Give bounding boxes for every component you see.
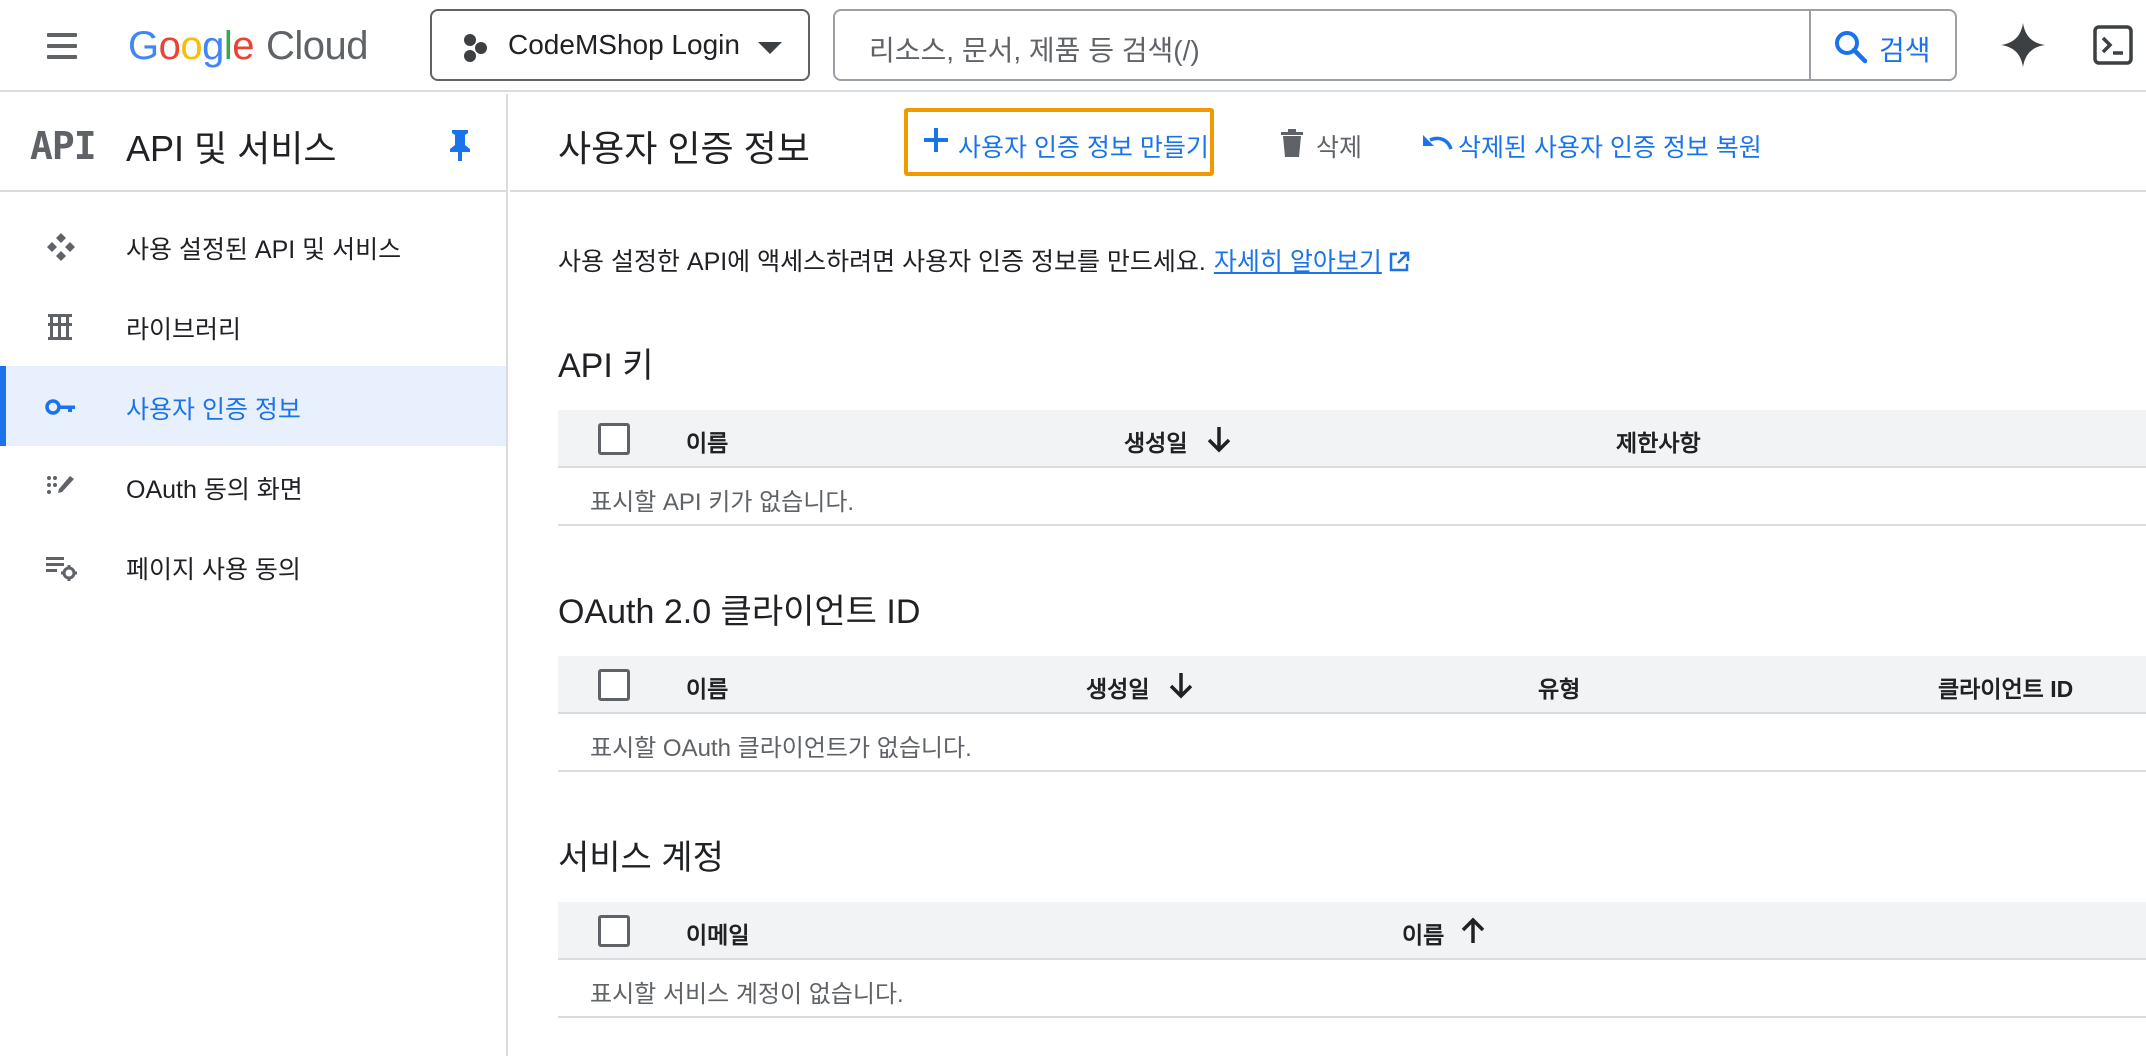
search-button[interactable]: 검색 — [1809, 11, 1955, 79]
table-row-empty: 표시할 OAuth 클라이언트가 없습니다. — [558, 714, 2146, 772]
plus-icon — [924, 128, 948, 152]
cloud-shell-icon[interactable] — [2092, 24, 2134, 66]
dropdown-icon — [758, 42, 782, 54]
column-header-restrictions[interactable]: 제한사항 — [1616, 424, 1701, 458]
external-link-icon[interactable] — [1388, 251, 1410, 273]
sidebar: API API 및 서비스 사용 설정된 API 및 서비스 라이브러리 사용자… — [0, 94, 508, 1056]
api-keys-table-header: 이름 생성일 제한사항 — [558, 410, 2146, 468]
sidebar-item-label: 페이지 사용 동의 — [126, 556, 301, 584]
oauth-clients-title: OAuth 2.0 클라이언트 ID — [558, 593, 921, 631]
table-row-empty: 표시할 API 키가 없습니다. — [558, 468, 2146, 526]
search-button-label: 검색 — [1879, 35, 1931, 66]
menu-icon[interactable] — [40, 24, 84, 68]
sidebar-item-label: OAuth 동의 화면 — [126, 476, 303, 504]
intro-text: 사용 설정한 API에 액세스하려면 사용자 인증 정보를 만드세요. 자세히 알… — [558, 242, 1410, 278]
page-toolbar: 사용자 인증 정보 사용자 인증 정보 만들기 삭제 삭제된 사용자 인증 정보… — [510, 94, 2146, 192]
credentials-content: 사용 설정한 API에 액세스하려면 사용자 인증 정보를 만드세요. 자세히 알… — [558, 194, 2146, 1056]
trash-icon — [1281, 129, 1303, 157]
page-consent-icon — [46, 557, 77, 581]
search-icon — [1835, 31, 1868, 64]
top-bar: Google Cloud CodeMShop Login 리소스, 문서, 제품… — [0, 0, 2146, 92]
arrow-down-icon[interactable] — [1204, 424, 1234, 454]
sidebar-item-page-consent[interactable]: 페이지 사용 동의 — [0, 526, 506, 606]
api-keys-title: API 키 — [558, 347, 654, 385]
arrow-up-icon[interactable] — [1458, 916, 1488, 946]
learn-more-link[interactable]: 자세히 알아보기 — [1214, 248, 1382, 276]
column-header-name[interactable]: 이름 — [686, 670, 728, 704]
enabled-apis-icon — [47, 233, 75, 261]
search-input[interactable]: 리소스, 문서, 제품 등 검색(/) — [869, 29, 1200, 69]
create-credentials-button[interactable]: 사용자 인증 정보 만들기 — [904, 108, 1214, 176]
select-all-checkbox[interactable] — [598, 669, 630, 701]
sidebar-header: API API 및 서비스 — [0, 94, 506, 192]
undo-icon — [1423, 135, 1453, 150]
select-all-checkbox[interactable] — [598, 423, 630, 455]
column-header-name[interactable]: 이름 — [686, 424, 728, 458]
sidebar-item-label: 사용자 인증 정보 — [126, 396, 301, 424]
column-header-type[interactable]: 유형 — [1538, 670, 1580, 704]
restore-deleted-button[interactable]: 삭제된 사용자 인증 정보 복원 — [1414, 108, 1764, 176]
key-icon — [45, 399, 75, 415]
select-all-checkbox[interactable] — [598, 915, 630, 947]
sidebar-item-label: 사용 설정된 API 및 서비스 — [126, 236, 402, 264]
sidebar-title: API 및 서비스 — [126, 128, 337, 169]
column-header-created[interactable]: 생성일 — [1124, 424, 1187, 458]
oauth-consent-icon — [47, 476, 74, 494]
create-credentials-label: 사용자 인증 정보 만들기 — [958, 134, 1209, 162]
project-picker[interactable]: CodeMShop Login — [430, 9, 810, 81]
column-header-created[interactable]: 생성일 — [1086, 670, 1149, 704]
delete-button[interactable]: 삭제 — [1266, 108, 1366, 176]
sidebar-item-oauth-consent[interactable]: OAuth 동의 화면 — [0, 446, 506, 526]
pin-icon[interactable] — [446, 128, 474, 162]
project-name: CodeMShop Login — [508, 29, 740, 60]
library-icon — [48, 314, 72, 340]
column-header-client-id[interactable]: 클라이언트 ID — [1938, 670, 2073, 704]
project-icon — [464, 34, 487, 62]
api-logo: API — [30, 124, 97, 168]
google-cloud-logo[interactable]: Google Cloud — [128, 18, 369, 74]
restore-deleted-label: 삭제된 사용자 인증 정보 복원 — [1458, 134, 1762, 162]
sidebar-item-credentials[interactable]: 사용자 인증 정보 — [0, 366, 506, 446]
service-accounts-table-header: 이메일 이름 — [558, 902, 2146, 960]
column-header-email[interactable]: 이메일 — [686, 916, 749, 950]
table-row-empty: 표시할 서비스 계정이 없습니다. — [558, 960, 2146, 1018]
intro-message: 사용 설정한 API에 액세스하려면 사용자 인증 정보를 만드세요. — [558, 248, 1206, 276]
empty-message: 표시할 API 키가 없습니다. — [590, 489, 855, 516]
service-accounts-title: 서비스 계정 — [558, 839, 724, 877]
empty-message: 표시할 OAuth 클라이언트가 없습니다. — [590, 735, 972, 762]
search-bar[interactable]: 리소스, 문서, 제품 등 검색(/) 검색 — [833, 9, 1957, 81]
oauth-table-header: 이름 생성일 유형 클라이언트 ID — [558, 656, 2146, 714]
gemini-icon[interactable] — [1998, 20, 2048, 70]
page-title: 사용자 인증 정보 — [558, 128, 810, 169]
sidebar-item-enabled-apis[interactable]: 사용 설정된 API 및 서비스 — [0, 206, 506, 286]
arrow-down-icon[interactable] — [1166, 670, 1196, 700]
sidebar-item-library[interactable]: 라이브러리 — [0, 286, 506, 366]
delete-label: 삭제 — [1316, 134, 1363, 162]
empty-message: 표시할 서비스 계정이 없습니다. — [590, 981, 904, 1008]
column-header-name[interactable]: 이름 — [1402, 916, 1444, 950]
sidebar-item-label: 라이브러리 — [126, 316, 242, 344]
